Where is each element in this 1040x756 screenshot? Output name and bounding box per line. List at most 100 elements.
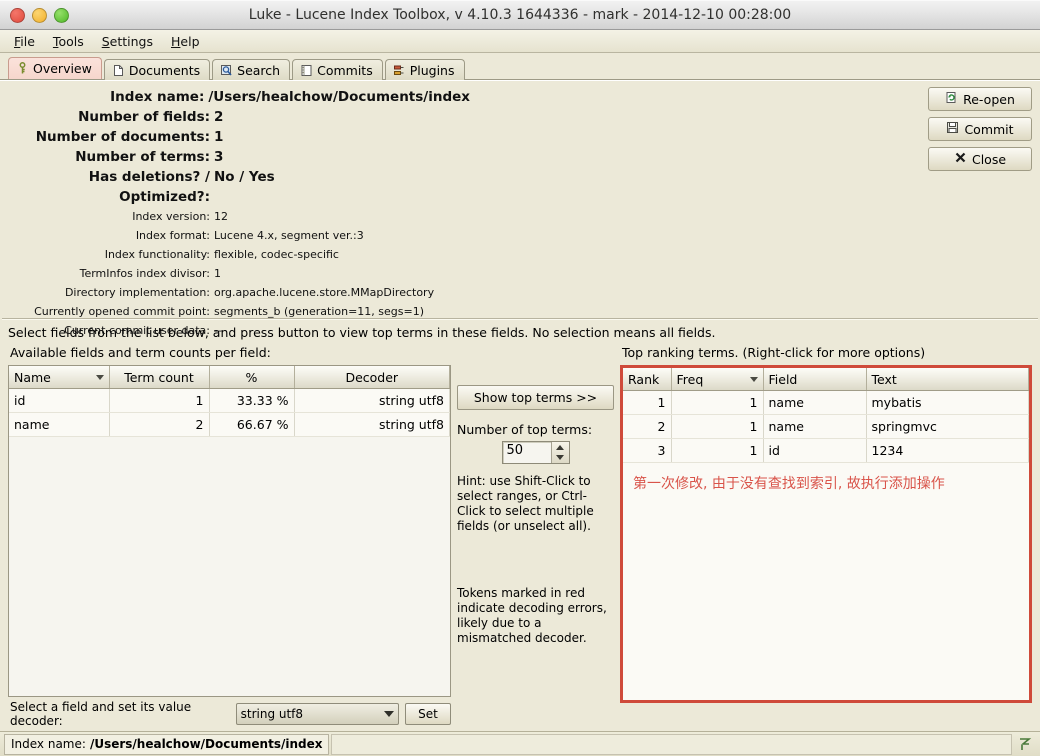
info-row-index-format: Index format: Lucene 4.x, segment ver.:3 <box>0 226 470 245</box>
available-fields-table[interactable]: Name Term count % Decoder id 1 33.33 % s… <box>8 365 451 697</box>
tab-overview[interactable]: Overview <box>8 57 102 79</box>
tab-commits[interactable]: Commits <box>292 59 383 80</box>
index-info-area: Index name: /Users/healchow/Documents/in… <box>0 81 1040 337</box>
window-controls[interactable] <box>0 7 69 23</box>
tab-documents[interactable]: Documents <box>103 59 211 80</box>
tab-plugins[interactable]: Plugins <box>384 59 465 80</box>
column-header-name-label: Name <box>14 369 51 385</box>
menu-tools[interactable]: Tools <box>45 32 92 51</box>
menu-help-label: elp <box>180 33 200 49</box>
menu-settings-label: ettings <box>109 33 153 49</box>
luke-main-window: Luke - Lucene Index Toolbox, v 4.10.3 16… <box>0 0 1040 756</box>
cell-term-count: 1 <box>109 388 210 413</box>
close-button[interactable]: Close <box>928 147 1032 171</box>
top-terms-controls-column: Show top terms >> Number of top terms: 5… <box>451 342 620 731</box>
info-row-index-functionality: Index functionality: flexible, codec-spe… <box>0 245 470 264</box>
show-top-terms-button[interactable]: Show top terms >> <box>457 385 614 410</box>
table-row[interactable]: 3 1 id 1234 <box>623 438 1029 463</box>
cell-freq: 1 <box>671 414 764 439</box>
info-row-terminfos-divisor: TermInfos index divisor: 1 <box>0 264 470 283</box>
info-value: org.apache.lucene.store.MMapDirectory <box>214 286 435 299</box>
close-window-button[interactable] <box>10 7 25 23</box>
commit-button-label: Commit <box>964 121 1014 137</box>
reopen-button[interactable]: Re-open <box>928 87 1032 111</box>
book-icon <box>300 64 313 77</box>
cell-text: springmvc <box>866 414 1029 439</box>
tab-plugins-label: Plugins <box>409 62 455 78</box>
table-row[interactable]: 1 1 name mybatis <box>623 390 1029 415</box>
available-fields-column: Available fields and term counts per fie… <box>8 342 451 731</box>
annotation-area: 第一次修改, 由于没有查找到索引, 故执行添加操作 <box>623 463 1029 700</box>
set-decoder-button[interactable]: Set <box>405 703 451 725</box>
column-header-percent[interactable]: % <box>209 366 295 389</box>
sort-desc-icon <box>95 374 104 380</box>
stepper-down-button[interactable] <box>552 453 569 464</box>
menu-file[interactable]: File <box>6 32 43 51</box>
info-row-number-of-documents: Number of documents: 1 <box>0 127 470 147</box>
maximize-window-button[interactable] <box>54 7 69 23</box>
close-button-label: Close <box>971 151 1007 167</box>
info-value: Lucene 4.x, segment ver.:3 <box>214 229 364 242</box>
status-index-name-path: /Users/healchow/Documents/index <box>89 736 323 751</box>
top-ranking-terms-table[interactable]: Rank Freq Field Text 1 1 name mybatis 2 … <box>620 365 1032 703</box>
sort-desc-icon <box>749 376 758 382</box>
tab-overview-label: Overview <box>33 61 92 76</box>
cell-freq: 1 <box>671 390 764 415</box>
red-annotation-text: 第一次修改, 由于没有查找到索引, 故执行添加操作 <box>633 476 945 492</box>
column-header-freq-label: Freq <box>676 371 704 387</box>
table-header-row: Rank Freq Field Text <box>623 368 1029 391</box>
info-value: No / Yes <box>214 169 275 185</box>
table-row[interactable]: name 2 66.67 % string utf8 <box>9 412 450 437</box>
selection-hint-text: Hint: use Shift-Click to select ranges, … <box>457 474 594 533</box>
decoder-select-value: string utf8 <box>240 707 304 721</box>
info-row-commit-user-data: Current commit user data: -- <box>0 321 470 340</box>
refresh-page-icon <box>945 91 958 107</box>
table-row[interactable]: 2 1 name springmvc <box>623 414 1029 439</box>
mid-spacer <box>457 342 614 365</box>
column-header-term-count[interactable]: Term count <box>109 366 210 389</box>
available-fields-label: Available fields and term counts per fie… <box>10 345 271 360</box>
status-index-name-label: Index name: <box>11 736 86 751</box>
decoding-error-hint-text: Tokens marked in red indicate decoding e… <box>457 586 607 645</box>
stepper-arrows[interactable] <box>550 442 569 464</box>
menu-help[interactable]: Help <box>163 32 208 51</box>
column-header-field[interactable]: Field <box>763 368 867 391</box>
status-bar: Index name: /Users/healchow/Documents/in… <box>0 731 1040 756</box>
stepper-up-button[interactable] <box>552 442 569 453</box>
column-header-rank[interactable]: Rank <box>623 368 672 391</box>
num-top-terms-label: Number of top terms: <box>457 422 593 437</box>
cell-rank: 1 <box>623 390 672 415</box>
table-row[interactable]: id 1 33.33 % string utf8 <box>9 388 450 413</box>
decoder-select[interactable]: string utf8 <box>235 703 399 725</box>
column-header-decoder[interactable]: Decoder <box>294 366 450 389</box>
cell-rank: 3 <box>623 438 672 463</box>
info-value: 1 <box>214 129 224 145</box>
top-ranking-terms-label: Top ranking terms. (Right-click for more… <box>622 345 926 360</box>
status-index-name: Index name: /Users/healchow/Documents/in… <box>4 733 330 755</box>
cell-text: mybatis <box>866 390 1029 415</box>
column-header-name[interactable]: Name <box>9 366 110 389</box>
info-label: Index format: <box>135 229 210 242</box>
tab-search[interactable]: Search <box>212 59 291 80</box>
column-header-text[interactable]: Text <box>866 368 1029 391</box>
close-x-icon <box>954 151 967 167</box>
num-top-terms-input[interactable]: 50 <box>503 442 551 463</box>
info-label: Index name: <box>110 89 205 105</box>
cell-percent: 33.33 % <box>209 388 295 413</box>
cell-percent: 66.67 % <box>209 412 295 437</box>
cell-field: name <box>763 390 867 415</box>
menu-file-label: ile <box>20 33 35 49</box>
num-top-terms-stepper[interactable]: 50 <box>501 441 570 464</box>
cell-decoder: string utf8 <box>294 388 450 413</box>
menu-settings[interactable]: Settings <box>94 32 161 51</box>
menu-help-mnemonic: H <box>171 33 181 49</box>
minimize-window-button[interactable] <box>32 7 47 23</box>
column-header-freq[interactable]: Freq <box>671 368 764 391</box>
right-bottom-spacer <box>620 703 1032 731</box>
menu-bar: File Tools Settings Help <box>0 30 1040 53</box>
title-bar: Luke - Lucene Index Toolbox, v 4.10.3 16… <box>0 0 1040 30</box>
commit-button[interactable]: Commit <box>928 117 1032 141</box>
top-ranking-terms-column: Top ranking terms. (Right-click for more… <box>620 342 1032 731</box>
info-label: Number of documents: <box>35 129 210 145</box>
info-label: Directory implementation: <box>64 286 210 299</box>
